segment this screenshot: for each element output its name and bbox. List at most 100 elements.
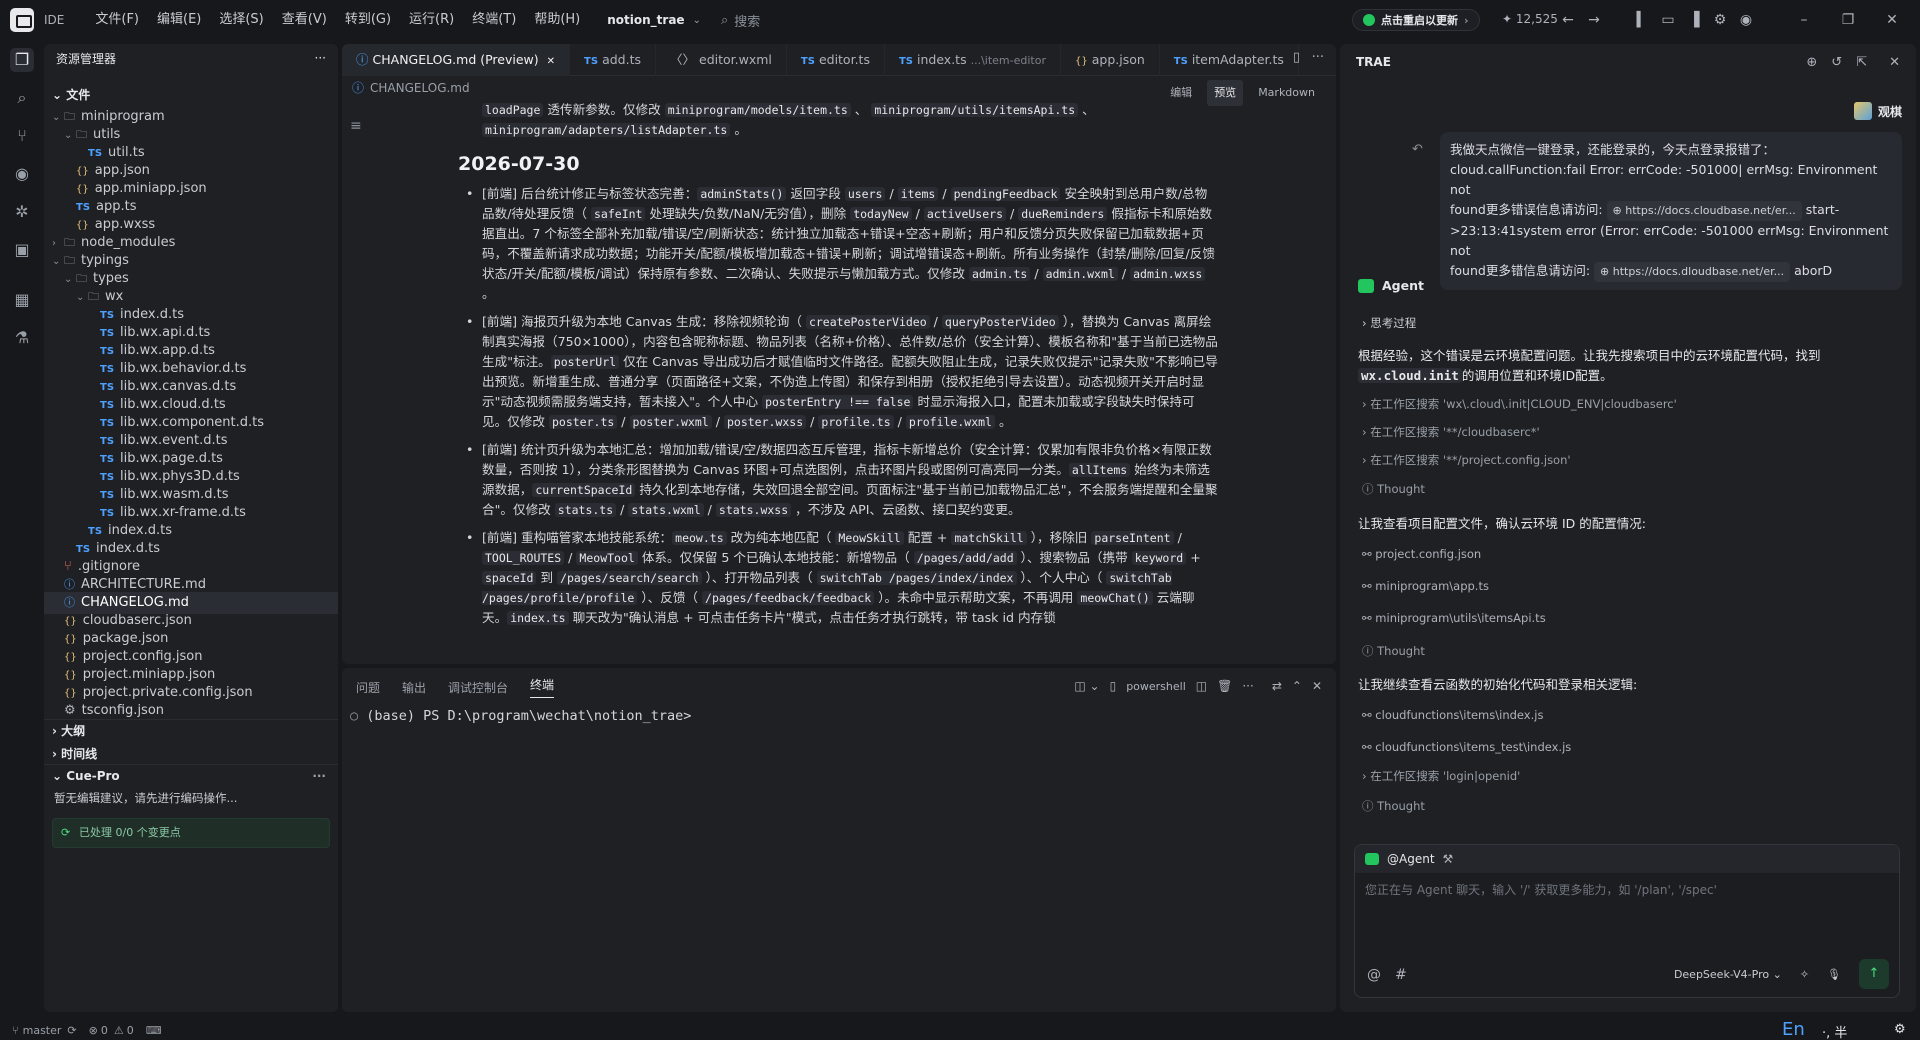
search-step[interactable]: › 在工作区搜索 '**/project.config.json' [1362,452,1571,468]
trash-icon[interactable]: 🗑 [1217,679,1232,693]
open-external-icon[interactable]: ⇱ [1856,55,1867,70]
file-ref[interactable]: ⚯ miniprogram\utils\itemsApi.ts [1362,611,1546,625]
menu-item[interactable]: 帮助(H) [525,0,589,40]
tools-icon[interactable]: ⚒ [1443,852,1454,866]
back-arrow-icon[interactable]: ← [1558,10,1578,30]
menu-item[interactable]: 运行(R) [400,0,463,40]
outline-toggle-icon[interactable]: ≡ [350,118,362,134]
keyboard-icon[interactable]: ⌨ [146,1024,162,1037]
close-panel-icon[interactable]: ✕ [1312,679,1322,693]
menu-item[interactable]: 选择(S) [210,0,272,40]
toggle-right-panel-icon[interactable]: ▐ [1684,10,1704,30]
search-step[interactable]: › 在工作区搜索 '**/cloudbaserc*' [1362,424,1540,440]
breadcrumb-file[interactable]: CHANGELOG.md [370,76,470,100]
cue-pro-section[interactable]: ⌄ Cue-Pro ··· [44,764,338,786]
editor-tab[interactable]: TS editor.ts [787,44,885,76]
close-panel-icon[interactable]: ✕ [1889,55,1900,70]
sync-icon[interactable]: ⟳ [67,1024,76,1037]
restart-update-button[interactable]: 点击重启以更新 › [1352,9,1480,31]
debug-icon[interactable]: ✲ [10,200,34,224]
new-terminal-split-icon[interactable]: ◫ ⌄ [1074,679,1099,693]
agent-chip[interactable]: @Agent [1387,852,1435,866]
menu-item[interactable]: 转到(G) [336,0,400,40]
thinking-toggle[interactable]: › 思考过程 [1362,315,1416,331]
view-mode-option[interactable]: Markdown [1251,80,1322,106]
branch-name[interactable]: master [23,1024,62,1037]
toggle-sidebar-icon[interactable]: ▍ [1632,10,1652,30]
warning-count[interactable]: 0 [127,1024,134,1037]
account-avatar-icon[interactable]: ◉ [1736,10,1756,30]
menu-item[interactable]: 编辑(E) [148,0,210,40]
microphone-icon[interactable]: 🎙 [1827,968,1841,981]
forward-arrow-icon[interactable]: → [1584,10,1604,30]
search-step[interactable]: › 在工作区搜索 'login|openid' [1362,768,1520,784]
chevron-down-icon[interactable]: ⌄ [693,15,701,26]
project-switcher[interactable]: notion_trae [607,13,684,27]
undo-icon[interactable]: ↶ [1412,142,1423,157]
file-ref[interactable]: ⚯ cloudfunctions\items\index.js [1362,708,1543,722]
minimize-icon[interactable]: – [1794,10,1814,30]
thought-step[interactable]: ⓘ Thought [1362,643,1425,659]
testing-flask-icon[interactable]: ⚗ [10,326,34,350]
terminal-output[interactable]: ○ (base) PS D:\program\wechat\notion_tra… [350,708,691,724]
panel-tab[interactable]: 终端 [530,676,555,698]
source-control-icon[interactable]: ⑂ [10,124,34,148]
new-chat-icon[interactable]: ⊕ [1806,55,1817,70]
editor-tab[interactable]: 〈〉 editor.wxml [656,44,787,76]
ime-settings-icon[interactable]: ⚙ [1894,1022,1906,1037]
menu-item[interactable]: 终端(T) [463,0,525,40]
sparkle-icon[interactable]: ✧ [1800,968,1809,981]
menu-item[interactable]: 查看(V) [273,0,336,40]
maximize-panel-icon[interactable]: ⌃ [1292,679,1302,693]
timeline-section[interactable]: › 时间线 [44,743,338,765]
workspace-root[interactable]: ⌄ 文件 [44,84,338,106]
doc-link-chip[interactable]: ⊕ https://docs.dloudbase.net/er... [1594,262,1791,282]
outline-section[interactable]: › 大纲 [44,719,338,741]
chat-input[interactable]: 您正在与 Agent 聊天，输入 '/' 获取更多能力，如 '/plan', '… [1365,881,1717,898]
editor-tab[interactable]: TS add.ts [570,44,656,76]
panel-tab[interactable]: 输出 [402,679,426,696]
stars-count[interactable]: ✦ 12,525 [1502,12,1558,26]
more-actions-icon[interactable]: ··· [1312,50,1324,65]
thought-step[interactable]: ⓘ Thought [1362,798,1425,814]
editor-tab[interactable]: TS itemAdapter.ts [1160,44,1299,76]
hash-icon[interactable]: # [1395,967,1407,983]
send-button[interactable]: ↑ [1859,959,1889,989]
restore-icon[interactable]: ❐ [1838,10,1858,30]
ime-mode[interactable]: ·, 半 [1822,1022,1847,1040]
close-tab-icon[interactable]: ✕ [547,56,555,67]
preview-eye-icon[interactable]: ◉ [10,162,34,186]
command-search[interactable]: ⌕ 搜索 [721,11,760,30]
history-icon[interactable]: ↺ [1831,55,1842,70]
ime-language[interactable]: En [1782,1020,1805,1040]
more-actions-icon[interactable]: ··· [315,51,326,65]
remote-icon[interactable]: ▣ [10,238,34,262]
extensions-icon[interactable]: ▦ [10,288,34,312]
toggle-panel-icon[interactable]: ▭ [1658,10,1678,30]
more-actions-icon[interactable]: ··· [312,765,326,787]
search-step[interactable]: › 在工作区搜索 'wx\.cloud\.init|CLOUD_ENV|clou… [1362,396,1677,412]
file-ref[interactable]: ⚯ miniprogram\app.ts [1362,579,1489,593]
terminal-shell-label[interactable]: powershell [1126,680,1186,693]
file-ref[interactable]: ⚯ cloudfunctions\items_test\index.js [1362,740,1571,754]
editor-tab[interactable]: ⓘ CHANGELOG.md (Preview) ✕ [342,44,571,76]
model-selector[interactable]: DeepSeek-V4-Pro ⌄ [1674,968,1782,981]
search-icon[interactable]: ⌕ [10,86,34,110]
panel-tab[interactable]: 问题 [356,679,380,696]
editor-tab[interactable]: TS index.ts ...\item-editor [885,44,1061,76]
panel-tab[interactable]: 调试控制台 [448,679,508,696]
split-editor-icon[interactable]: ▯ [1293,50,1300,65]
mention-icon[interactable]: @ [1367,967,1381,983]
editor-tab[interactable]: {} app.json [1061,44,1160,76]
split-terminal-icon[interactable]: ◫ [1196,679,1207,693]
close-window-icon[interactable]: ✕ [1882,10,1902,30]
explorer-icon[interactable]: ❐ [10,48,34,72]
menu-item[interactable]: 文件(F) [86,0,148,40]
panel-settings-icon[interactable]: ⇄ [1272,679,1282,693]
error-count[interactable]: 0 [101,1024,108,1037]
more-actions-icon[interactable]: ··· [1242,679,1253,693]
settings-gear-icon[interactable]: ⚙ [1710,10,1730,30]
file-ref[interactable]: ⚯ project.config.json [1362,547,1481,561]
thought-step[interactable]: ⓘ Thought [1362,481,1425,497]
doc-link-chip[interactable]: ⊕ https://docs.cloudbase.net/er... [1606,201,1802,221]
